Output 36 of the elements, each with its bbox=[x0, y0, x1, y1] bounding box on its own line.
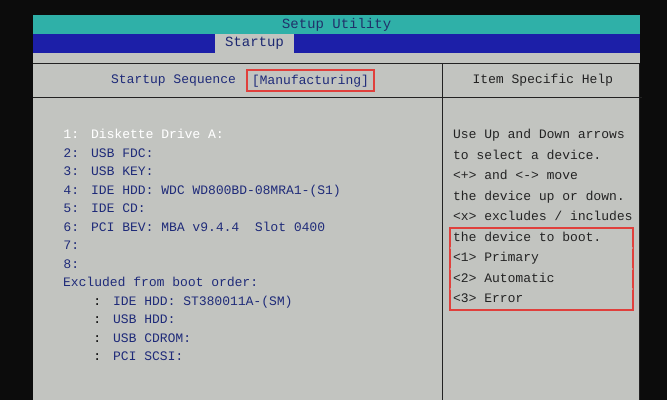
menu-tab[interactable]: Startup bbox=[215, 34, 294, 53]
boot-device[interactable]: IDE HDD: WDC WD800BD-08MRA1-(S1) bbox=[91, 182, 341, 200]
help-text: to select a device. bbox=[452, 146, 602, 164]
help-text: <1> Primary bbox=[449, 247, 634, 270]
boot-number: 4: bbox=[63, 182, 79, 200]
setting-label: Startup Sequence bbox=[111, 71, 236, 90]
help-title: Item Specific Help bbox=[472, 71, 613, 90]
boot-number: 8: bbox=[63, 256, 79, 274]
excluded-marker: : bbox=[92, 292, 101, 310]
excluded-device[interactable]: PCI SCSI: bbox=[113, 348, 184, 366]
excluded-marker: : bbox=[92, 348, 101, 366]
boot-number: 6: bbox=[63, 218, 79, 236]
boot-device[interactable]: PCI BEV: MBA v9.4.4 Slot 0400 bbox=[91, 218, 326, 237]
excluded-heading: Excluded from boot order: bbox=[63, 274, 260, 292]
boot-number: 1: bbox=[63, 126, 79, 144]
excluded-marker: : bbox=[92, 330, 101, 348]
help-text: Use Up and Down arrows bbox=[452, 126, 626, 144]
help-text: <2> Automatic bbox=[449, 268, 634, 290]
boot-device[interactable]: IDE CD: bbox=[91, 200, 146, 218]
excluded-device[interactable]: IDE HDD: ST380011A-(SM) bbox=[113, 292, 292, 311]
boot-device[interactable]: USB KEY: bbox=[91, 163, 154, 182]
excluded-device[interactable]: USB CDROM: bbox=[113, 330, 192, 348]
boot-number: 3: bbox=[63, 163, 79, 181]
help-text: <+> and <-> move bbox=[452, 167, 579, 185]
setting-value[interactable]: [Manufacturing] bbox=[246, 69, 375, 92]
title-bar: Setup Utility bbox=[33, 15, 640, 34]
boot-number: 2: bbox=[63, 144, 79, 162]
help-text: the device up or down. bbox=[452, 188, 626, 206]
help-text: the device to boot. bbox=[449, 226, 634, 249]
boot-device[interactable]: USB FDC: bbox=[91, 144, 154, 163]
help-text: <x> excludes / includes bbox=[452, 208, 634, 226]
boot-number: 7: bbox=[63, 237, 79, 255]
boot-number: 5: bbox=[63, 200, 79, 218]
excluded-marker: : bbox=[92, 311, 101, 329]
excluded-device[interactable]: USB HDD: bbox=[113, 311, 176, 330]
help-text: <3> Error bbox=[449, 288, 634, 310]
